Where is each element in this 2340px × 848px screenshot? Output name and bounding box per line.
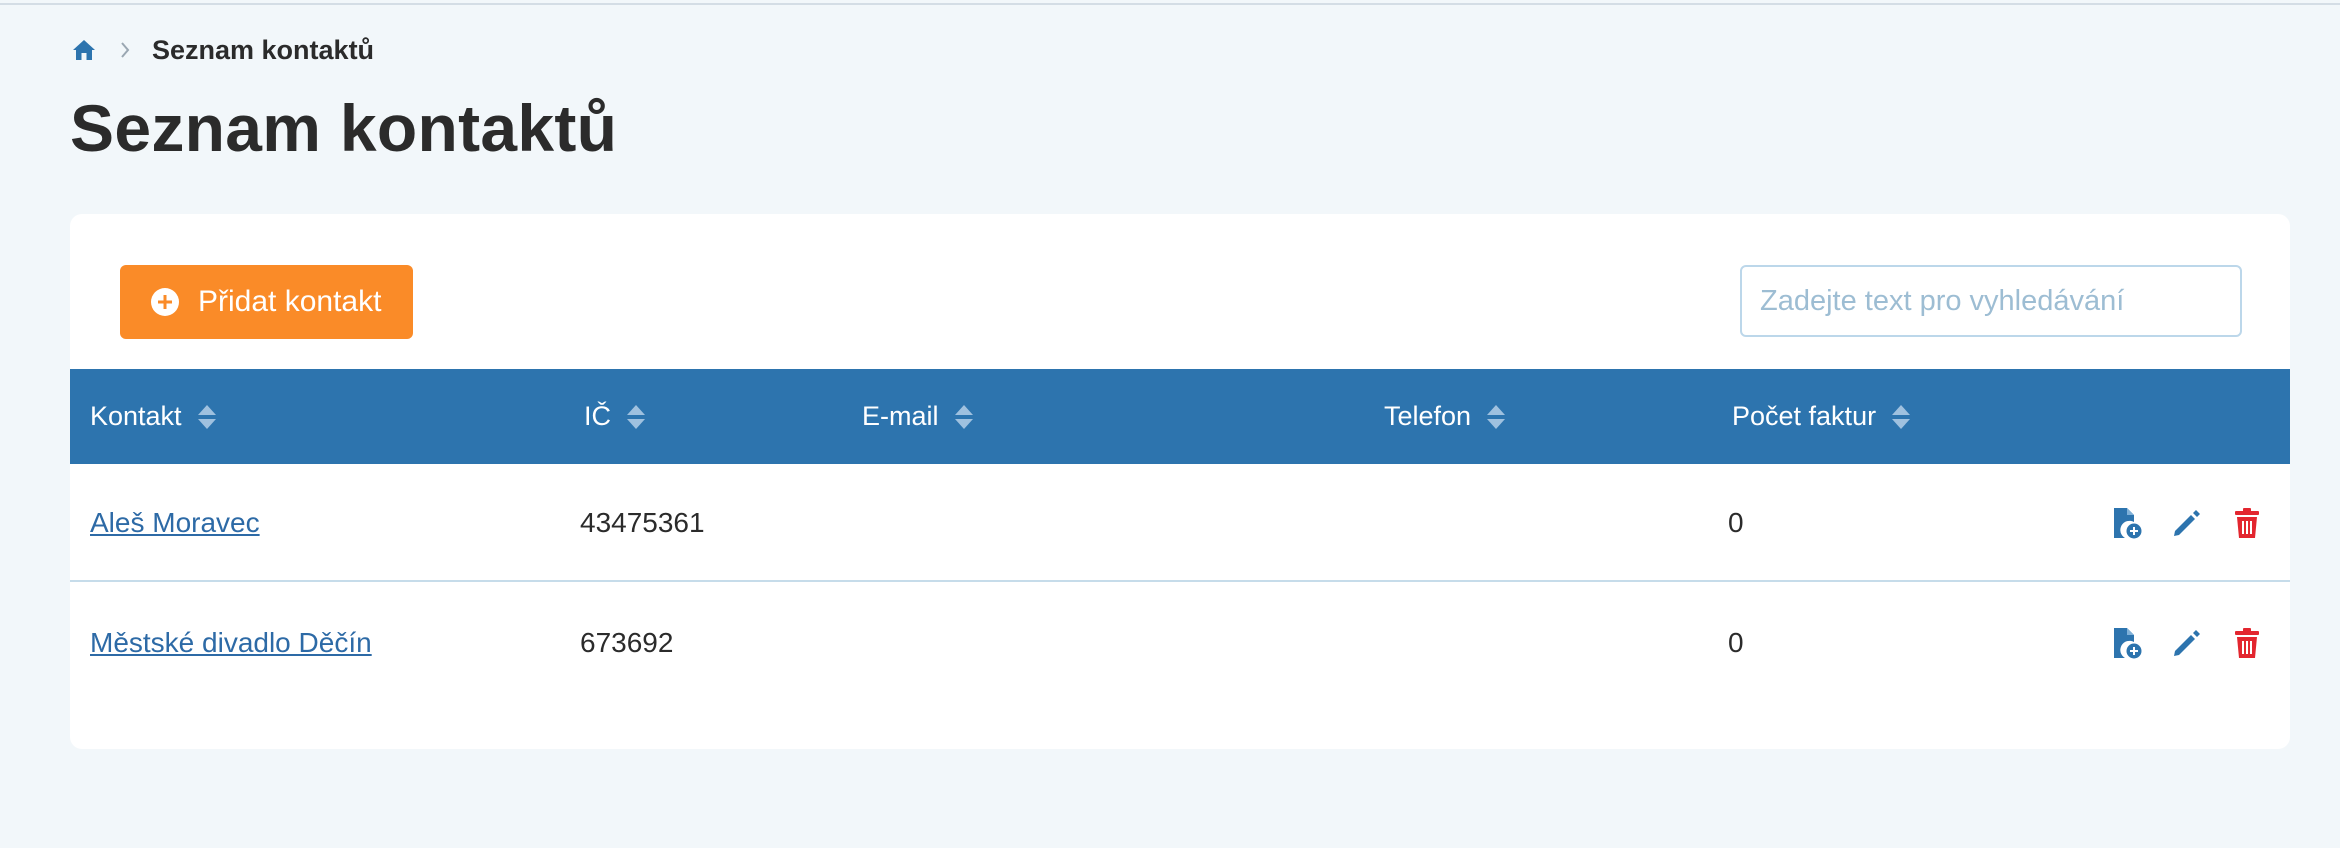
contact-link[interactable]: Městské divadlo Děčín <box>90 627 372 659</box>
row-actions <box>2110 584 2264 702</box>
breadcrumb: Seznam kontaktů <box>70 32 374 68</box>
home-icon[interactable] <box>70 36 98 64</box>
breadcrumb-current: Seznam kontaktů <box>152 34 375 65</box>
sort-icon <box>1487 404 1506 429</box>
table-header: Kontakt IČ E-mail Telefon Počet faktur <box>70 369 2290 464</box>
column-header-email[interactable]: E-mail <box>862 369 975 464</box>
column-label: IČ <box>584 401 611 431</box>
table-row: Městské divadlo Děčín 673692 0 <box>70 584 2290 702</box>
column-header-pocet-faktur[interactable]: Počet faktur <box>1732 369 1912 464</box>
cell-ic: 673692 <box>580 627 674 658</box>
edit-pencil-icon[interactable] <box>2170 625 2204 661</box>
page-title: Seznam kontaktů <box>70 91 618 165</box>
cell-contact: Městské divadlo Děčín <box>90 584 372 702</box>
edit-pencil-icon[interactable] <box>2170 505 2204 541</box>
chevron-right-icon <box>116 41 134 59</box>
add-contact-label: Přidat kontakt <box>198 285 382 318</box>
sort-icon <box>627 404 645 429</box>
delete-trash-icon[interactable] <box>2230 505 2264 541</box>
top-divider <box>0 0 2340 5</box>
new-invoice-icon[interactable] <box>2110 625 2144 661</box>
cell-invoice-count: 0 <box>1728 507 1744 538</box>
column-label: E-mail <box>862 401 939 431</box>
cell-ic: 43475361 <box>580 507 705 538</box>
column-header-kontakt[interactable]: Kontakt <box>90 369 218 464</box>
table-row: Aleš Moravec 43475361 0 <box>70 464 2290 582</box>
search-input[interactable] <box>1740 265 2242 337</box>
delete-trash-icon[interactable] <box>2230 625 2264 661</box>
column-header-ic[interactable]: IČ <box>584 369 647 464</box>
column-label: Kontakt <box>90 401 182 431</box>
cell-invoice-count: 0 <box>1728 627 1744 658</box>
column-label: Telefon <box>1384 401 1472 431</box>
add-contact-button[interactable]: Přidat kontakt <box>120 265 413 339</box>
cell-contact: Aleš Moravec <box>90 464 260 582</box>
contacts-card: Přidat kontakt Kontakt IČ E-mail Telefon… <box>70 214 2290 749</box>
plus-circle-icon <box>150 287 180 317</box>
new-invoice-icon[interactable] <box>2110 505 2144 541</box>
contact-link[interactable]: Aleš Moravec <box>90 507 260 539</box>
column-header-telefon[interactable]: Telefon <box>1384 369 1507 464</box>
sort-icon <box>197 404 216 429</box>
sort-icon <box>1892 404 1911 429</box>
column-label: Počet faktur <box>1732 401 1877 431</box>
sort-icon <box>954 404 973 429</box>
row-actions <box>2110 464 2264 582</box>
